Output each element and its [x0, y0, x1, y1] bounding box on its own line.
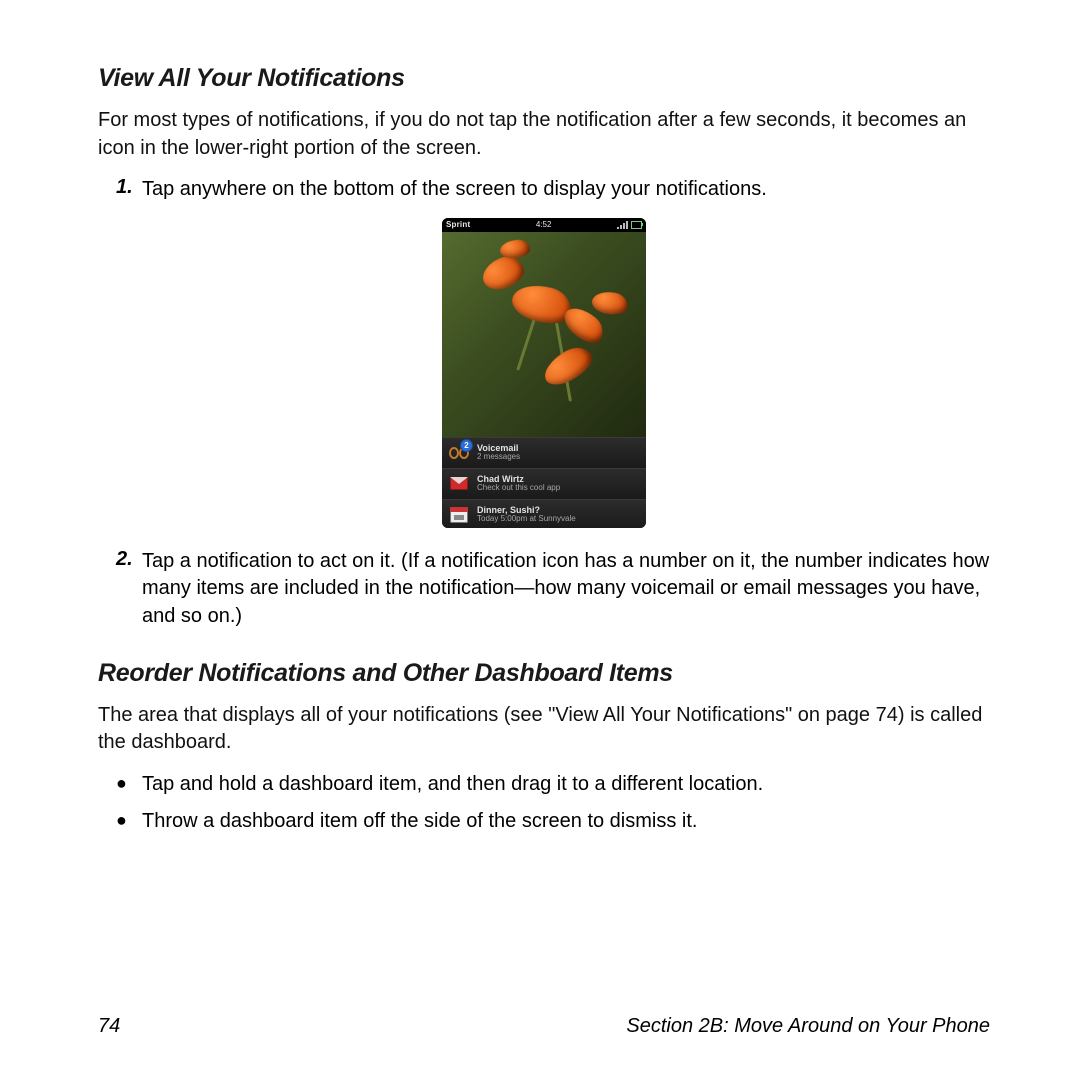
notif-email: Chad Wirtz Check out this cool app — [442, 468, 646, 499]
step-text: Tap a notification to act on it. (If a n… — [142, 548, 990, 631]
step-1: 1. Tap anywhere on the bottom of the scr… — [116, 176, 990, 204]
bullet-dot: ● — [116, 771, 142, 799]
bullet-text: Throw a dashboard item off the side of t… — [142, 808, 697, 836]
notif-voicemail: 2 Voicemail 2 messages — [442, 437, 646, 468]
page-number: 74 — [98, 1015, 120, 1038]
carrier-label: Sprint — [446, 220, 470, 229]
phone-status-bar: Sprint 4:52 — [442, 218, 646, 232]
notif-subtitle: Check out this cool app — [477, 484, 560, 492]
battery-icon — [631, 221, 642, 229]
calendar-icon — [448, 504, 470, 526]
step-number: 2. — [116, 548, 142, 631]
notif-subtitle: 2 messages — [477, 453, 520, 461]
footer-label: Section 2B: Move Around on Your Phone — [626, 1015, 990, 1038]
notif-subtitle: Today 5:00pm at Sunnyvale — [477, 515, 576, 523]
heading-reorder-dashboard: Reorder Notifications and Other Dashboar… — [98, 659, 990, 688]
notif-calendar: Dinner, Sushi? Today 5:00pm at Sunnyvale — [442, 499, 646, 528]
voicemail-icon: 2 — [448, 442, 470, 464]
bullet-2: ● Throw a dashboard item off the side of… — [116, 808, 990, 836]
bullet-1: ● Tap and hold a dashboard item, and the… — [116, 771, 990, 799]
bullet-text: Tap and hold a dashboard item, and then … — [142, 771, 763, 799]
step-2: 2. Tap a notification to act on it. (If … — [116, 548, 990, 631]
phone-notification-tray: 2 Voicemail 2 messages Chad Wirtz Check … — [442, 437, 646, 528]
status-right-icons — [617, 221, 642, 229]
mail-icon — [448, 473, 470, 495]
voicemail-badge: 2 — [460, 439, 473, 452]
intro-paragraph-1: For most types of notifications, if you … — [98, 107, 990, 162]
status-time: 4:52 — [536, 220, 552, 229]
step-text: Tap anywhere on the bottom of the screen… — [142, 176, 767, 204]
bullet-dot: ● — [116, 808, 142, 836]
intro-paragraph-2: The area that displays all of your notif… — [98, 702, 990, 757]
document-page: View All Your Notifications For most typ… — [0, 0, 1080, 1080]
heading-view-notifications: View All Your Notifications — [98, 64, 990, 93]
step-number: 1. — [116, 176, 142, 204]
phone-screenshot: Sprint 4:52 2 Voic — [442, 218, 646, 528]
signal-icon — [617, 221, 628, 229]
screenshot-container: Sprint 4:52 2 Voic — [98, 218, 990, 528]
phone-wallpaper — [442, 232, 646, 437]
page-footer: 74 Section 2B: Move Around on Your Phone — [98, 1015, 990, 1038]
